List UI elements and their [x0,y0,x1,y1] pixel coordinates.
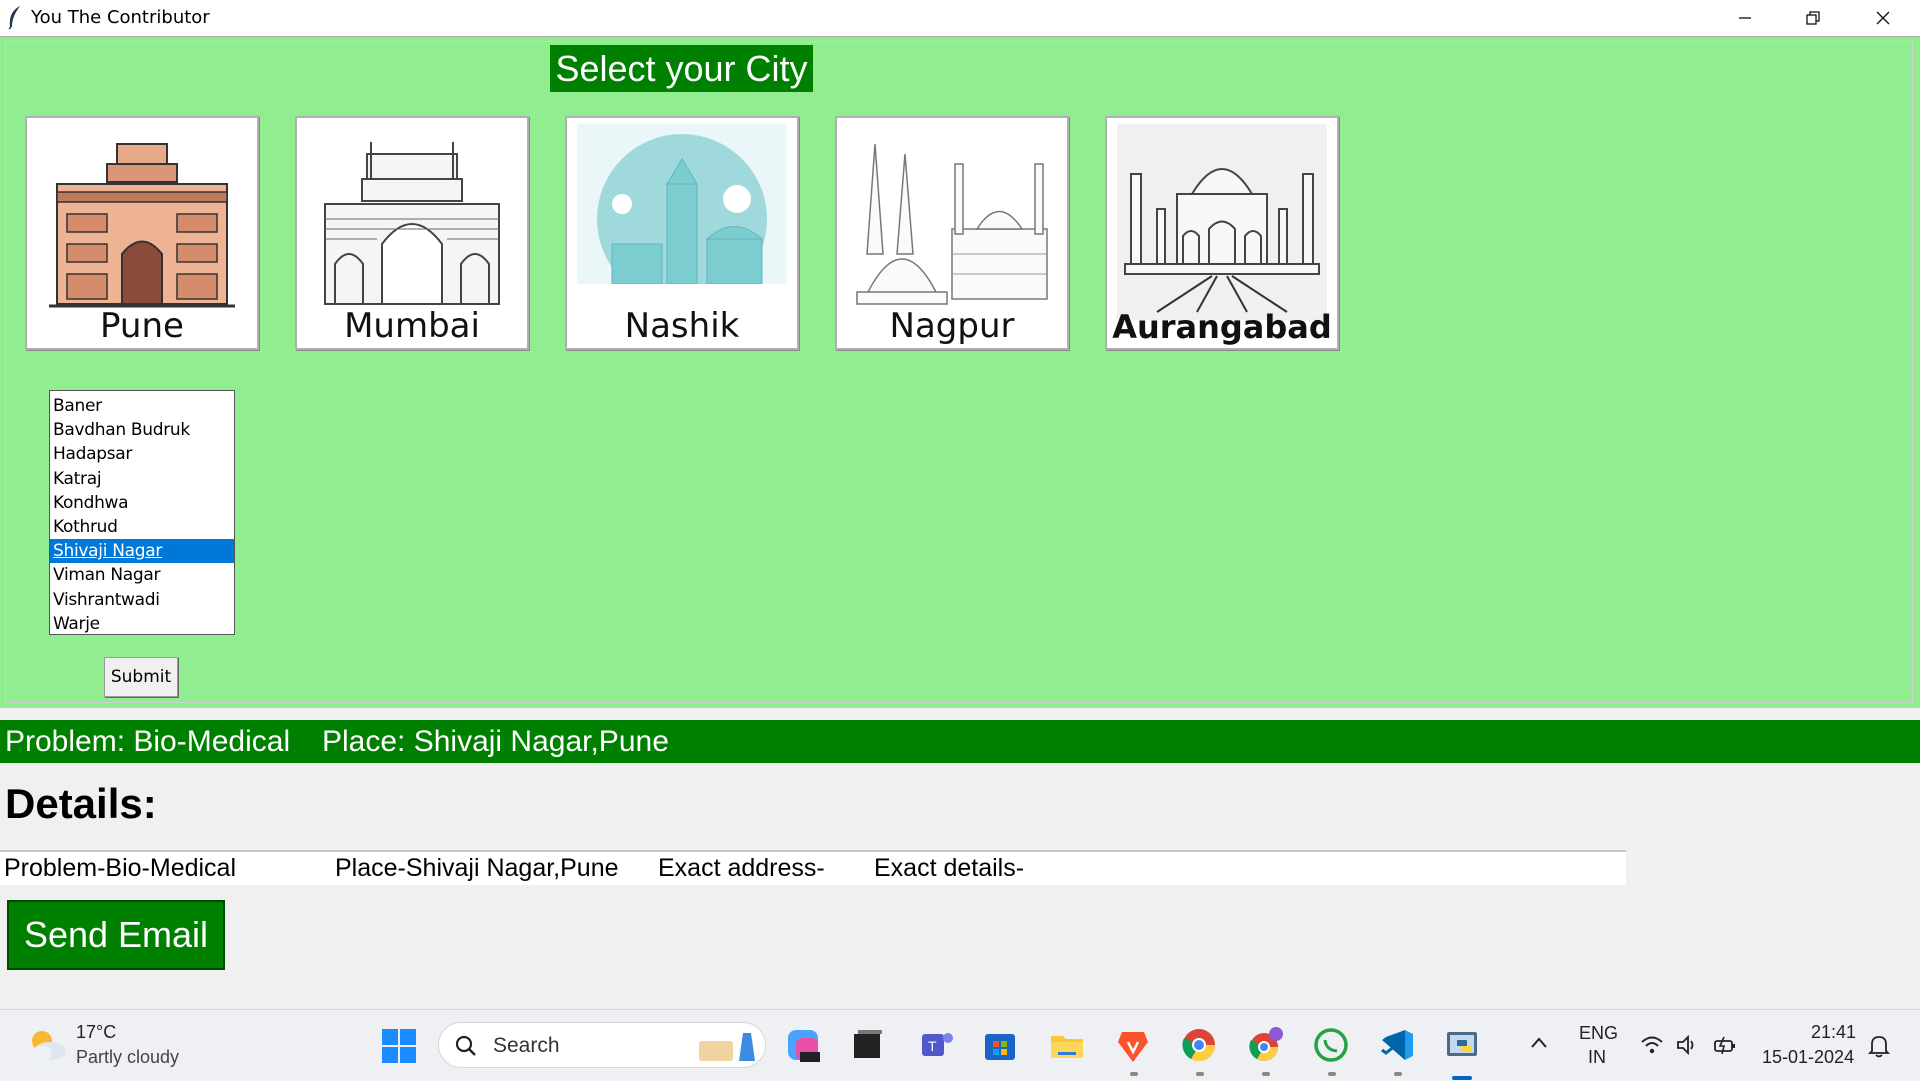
search-icon [455,1035,476,1056]
chrome-profile-icon[interactable] [1246,1026,1284,1064]
details-address: Exact address- [658,854,825,882]
search-highlight-icon [699,1033,755,1061]
nagpur-landmark-icon [856,143,1048,305]
title-bar: You The Contributor [0,0,1920,36]
taskbar: 17°C Partly cloudy Search T ENG IN 21:41… [0,1009,1920,1081]
python-app-icon[interactable] [1443,1026,1481,1064]
status-bar: Problem: Bio-Medical Place: Shivaji Naga… [0,720,1920,763]
weather-description: Partly cloudy [76,1047,180,1067]
city-label: Nashik [624,306,740,346]
city-card-mumbai[interactable]: Mumbai [295,116,529,350]
submit-button[interactable]: Submit [104,657,178,697]
list-item[interactable]: Kothrud [50,515,234,539]
restore-icon [1806,11,1820,25]
details-entry[interactable]: Problem-Bio-Medical Place-Shivaji Nagar,… [0,850,1626,885]
list-item-selected[interactable]: Shivaji Nagar [50,539,234,564]
city-label: Aurangabad [1112,308,1332,346]
windows-start-icon[interactable] [380,1027,418,1065]
list-item[interactable]: Viman Nagar [50,563,234,587]
list-item[interactable]: Baner [50,394,234,418]
city-card-aurangabad[interactable]: Aurangabad [1105,116,1339,350]
battery-charging-icon[interactable] [1713,1034,1737,1056]
list-item[interactable]: Hadapsar [50,442,234,466]
file-explorer-icon[interactable] [1048,1026,1086,1064]
language-indicator[interactable]: ENG [1579,1023,1618,1044]
bibi-ka-maqbara-icon [1117,124,1327,320]
list-item[interactable]: Warje [50,612,234,636]
status-place: Place: Shivaji Nagar,Pune [322,725,669,758]
city-card-nagpur[interactable]: Nagpur [835,116,1069,350]
running-indicator [1196,1072,1204,1076]
close-icon [1876,11,1890,25]
running-indicator [1394,1072,1402,1076]
list-item[interactable]: Vishrantwadi [50,588,234,612]
copilot-icon[interactable] [784,1026,822,1064]
city-label: Nagpur [889,306,1015,346]
list-item[interactable]: Bavdhan Budruk [50,418,234,442]
volume-icon[interactable] [1675,1034,1699,1056]
partly-cloudy-icon[interactable] [24,1025,68,1065]
wifi-icon[interactable] [1640,1034,1664,1056]
list-item[interactable]: Katraj [50,467,234,491]
gateway-of-india-icon [324,142,500,305]
city-card-nashik[interactable]: Nashik [565,116,799,350]
pune-landmark-icon [49,143,235,308]
clock-time[interactable]: 21:41 [1811,1022,1856,1043]
vscode-icon[interactable] [1378,1026,1416,1064]
nashik-temple-icon [577,124,787,320]
close-button[interactable] [1848,0,1918,36]
svg-text:T: T [928,1038,937,1054]
details-heading: Details: [5,780,157,827]
clock-date[interactable]: 15-01-2024 [1762,1047,1854,1068]
microsoft-store-icon[interactable] [981,1026,1019,1064]
active-app-indicator [1452,1076,1472,1080]
city-label: Pune [100,306,184,346]
taskbar-search[interactable]: Search [438,1022,766,1068]
city-card-pune[interactable]: Pune [25,116,259,350]
chevron-up-icon[interactable] [1530,1036,1548,1050]
area-listbox[interactable]: Baner Bavdhan Budruk Hadapsar Katraj Kon… [49,390,235,635]
whatsapp-icon[interactable] [1312,1026,1350,1064]
status-problem: Problem: Bio-Medical [5,725,291,758]
city-label: Mumbai [344,306,480,346]
terminal-icon[interactable] [848,1026,886,1064]
running-indicator [1130,1072,1138,1076]
weather-temperature: 17°C [76,1022,117,1042]
minimize-icon [1739,17,1751,19]
running-indicator [1262,1072,1270,1076]
keyboard-layout-indicator[interactable]: IN [1588,1047,1606,1068]
chrome-icon[interactable] [1180,1026,1218,1064]
page-heading: Select your City [550,45,813,92]
window-title: You The Contributor [31,7,210,28]
running-indicator [1328,1072,1336,1076]
details-problem: Problem-Bio-Medical [4,854,237,882]
notification-bell-icon[interactable] [1868,1034,1890,1058]
details-place: Place-Shivaji Nagar,Pune [335,854,619,882]
details-extra: Exact details- [874,854,1025,882]
feather-icon [8,6,20,29]
send-email-button[interactable]: Send Email [7,900,225,970]
list-item[interactable]: Kondhwa [50,491,234,515]
restore-button[interactable] [1778,0,1848,36]
brave-browser-icon[interactable] [1114,1026,1152,1064]
minimize-button[interactable] [1710,0,1780,36]
teams-icon[interactable]: T [918,1026,956,1064]
search-placeholder: Search [493,1034,560,1057]
